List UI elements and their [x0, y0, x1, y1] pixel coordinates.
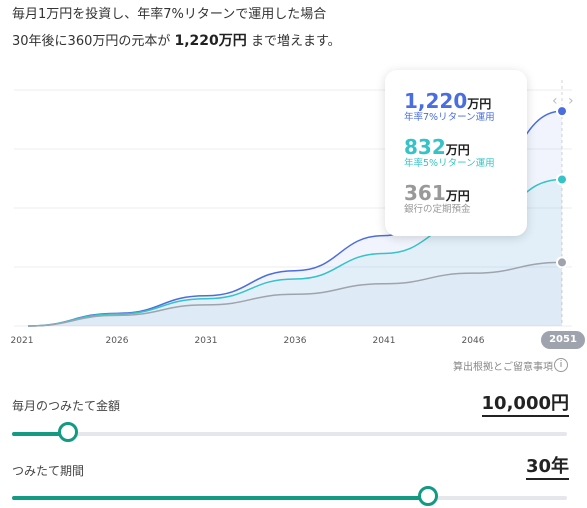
intro-line-2: 30年後に360万円の元本が 1,220万円 まで増えます。 [12, 30, 341, 50]
tooltip-label-deposit: 銀行の定期預金 [404, 204, 471, 215]
chart-tooltip: 1,220万円 年率7%リターン運用 832万円 年率5%リターン運用 361万… [385, 70, 527, 236]
x-tick-label: 2026 [106, 336, 129, 346]
x-tick-label: 2036 [284, 336, 307, 346]
period-value: 30年 [525, 456, 569, 480]
period-slider-fill [12, 496, 429, 500]
tooltip-value-deposit: 361 [404, 181, 446, 205]
monthly-amount-value: 10,000円 [481, 393, 569, 417]
intro-line-1: 毎月1万円を投資し、年率7%リターンで運用した場合 [12, 7, 327, 22]
period-slider-handle[interactable] [418, 486, 439, 506]
tooltip-row-deposit: 361万円 銀行の定期預金 [404, 182, 471, 216]
tooltip-value-5pct: 832 [404, 135, 446, 159]
intro-suffix: まで増えます。 [250, 34, 341, 49]
x-tick-label: 2031 [195, 336, 218, 346]
tooltip-row-5pct: 832万円 年率5%リターン運用 [404, 136, 495, 170]
series-end-point [556, 173, 568, 186]
chart-x-ticks: 2021 2026 2031 2036 2041 2046 [11, 336, 485, 346]
chevron-nav-icon[interactable]: ‹ › [552, 93, 577, 109]
calculation-notes-link[interactable]: 算出根拠とご留意事項 [453, 358, 569, 373]
end-year-badge: 2051 [541, 331, 585, 349]
tooltip-unit-deposit: 万円 [445, 189, 470, 203]
period-label: つみたて期間 [12, 464, 85, 478]
x-tick-label: 2046 [462, 336, 485, 346]
info-icon[interactable]: i [554, 358, 568, 372]
tooltip-value-7pct: 1,220 [404, 89, 468, 113]
monthly-amount-slider[interactable] [12, 422, 567, 442]
x-tick-label: 2021 [11, 336, 34, 346]
intro-prefix: 30年後に360万円の元本が [12, 34, 171, 49]
series-end-point [556, 256, 568, 269]
period-slider[interactable] [12, 486, 567, 506]
tooltip-label-7pct: 年率7%リターン運用 [404, 112, 495, 123]
tooltip-unit-7pct: 万円 [467, 97, 492, 111]
monthly-amount-label: 毎月のつみたて金額 [12, 399, 121, 413]
tooltip-label-5pct: 年率5%リターン運用 [404, 158, 495, 169]
tooltip-unit-5pct: 万円 [445, 143, 470, 157]
intro-amount: 1,220万円 [174, 33, 247, 49]
tooltip-row-7pct: 1,220万円 年率7%リターン運用 [404, 90, 495, 124]
notes-label: 算出根拠とご留意事項 [453, 362, 553, 373]
monthly-slider-handle[interactable] [57, 422, 78, 442]
x-tick-label: 2041 [373, 336, 396, 346]
